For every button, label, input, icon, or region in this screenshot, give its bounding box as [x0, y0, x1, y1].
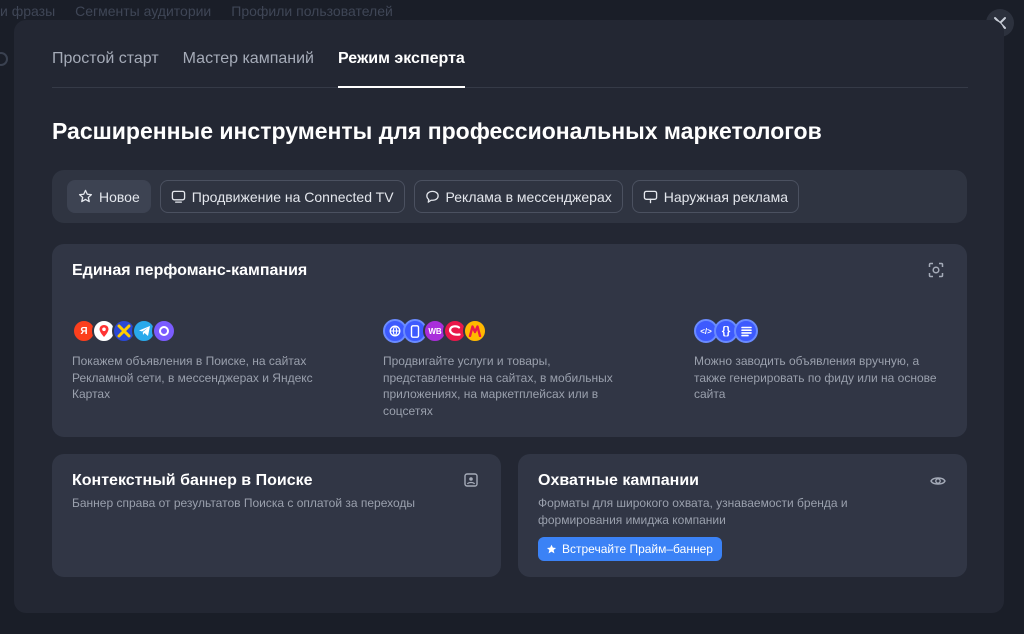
background-nav-item: Профили пользователей — [231, 3, 393, 19]
chat-bubble-icon — [425, 190, 439, 203]
eye-icon — [930, 477, 946, 485]
chip-label: Наружная реклама — [663, 188, 789, 205]
tab-expert-mode[interactable]: Режим эксперта — [337, 48, 465, 88]
background-search-icon — [0, 52, 8, 66]
background-nav-item: и фразы — [0, 3, 56, 19]
page-title: Расширенные инструменты для профессионал… — [52, 118, 822, 144]
channel-logos: Я — [72, 319, 332, 345]
chip-label: Продвижение на Connected TV — [191, 188, 394, 205]
prime-banner-button[interactable]: Встречайте Прайм–баннер — [538, 537, 722, 561]
star-filled-icon — [546, 544, 557, 553]
performance-column-products: WB Продвигайте услуги и товары, представ… — [383, 319, 643, 419]
document-list-icon — [734, 319, 758, 343]
chip-label: Реклама в мессенджерах — [445, 188, 612, 205]
card-title: Контекстный баннер в Поиске — [72, 472, 313, 489]
focus-target-icon — [928, 262, 944, 278]
card-description: Форматы для широкого охвата, узнаваемост… — [538, 496, 848, 527]
button-label: Встречайте Прайм–баннер — [562, 542, 713, 556]
column-description: Покажем объявления в Поиске, на сайтах Р… — [72, 354, 313, 401]
channel-logos: WB — [383, 319, 643, 345]
column-description: Продвигайте услуги и товары, представлен… — [383, 354, 613, 418]
performance-column-creation: </> {} Можно заводить объявления вручную… — [694, 319, 954, 403]
mode-tabs: Простой старт Мастер кампаний Режим эксп… — [52, 48, 968, 88]
tab-simple-start[interactable]: Простой старт — [52, 48, 159, 88]
context-banner-card[interactable]: Контекстный баннер в Поиске Баннер справ… — [52, 454, 501, 577]
card-description: Баннер справа от результатов Поиска с оп… — [72, 496, 416, 510]
chip-label: Новое — [99, 188, 140, 205]
star-icon — [78, 189, 93, 203]
background-nav-item: Сегменты аудитории — [75, 3, 212, 19]
card-title: Охватные кампании — [538, 472, 700, 489]
card-title: Единая перфоманс-кампания — [72, 262, 308, 279]
billboard-icon — [643, 190, 657, 204]
performance-campaign-card[interactable]: Единая перфоманс-кампания Я Покажем объя… — [52, 244, 967, 437]
expert-mode-modal: Простой старт Мастер кампаний Режим эксп… — [14, 20, 1004, 613]
performance-column-search: Я Покажем объявления в Поиске, на сайтах… — [72, 319, 332, 403]
channel-logos: </> {} — [694, 319, 954, 345]
chip-messengers[interactable]: Реклама в мессенджерах — [413, 180, 623, 213]
reach-campaigns-card[interactable]: Охватные кампании Форматы для широкого о… — [518, 454, 967, 577]
tv-icon — [171, 190, 185, 203]
category-chips: Новое Продвижение на Connected TV Реклам… — [52, 170, 967, 223]
max-messenger-icon — [152, 319, 176, 343]
background-nav: и фразы Сегменты аудитории Профили польз… — [0, 0, 393, 22]
image-frame-icon — [464, 473, 478, 487]
tab-campaign-master[interactable]: Мастер кампаний — [183, 48, 314, 88]
yandex-market-icon — [463, 319, 487, 343]
chip-connected-tv[interactable]: Продвижение на Connected TV — [159, 180, 405, 213]
column-description: Можно заводить объявления вручную, а так… — [694, 354, 937, 401]
chip-new[interactable]: Новое — [67, 180, 151, 213]
chip-outdoor[interactable]: Наружная реклама — [631, 180, 800, 213]
